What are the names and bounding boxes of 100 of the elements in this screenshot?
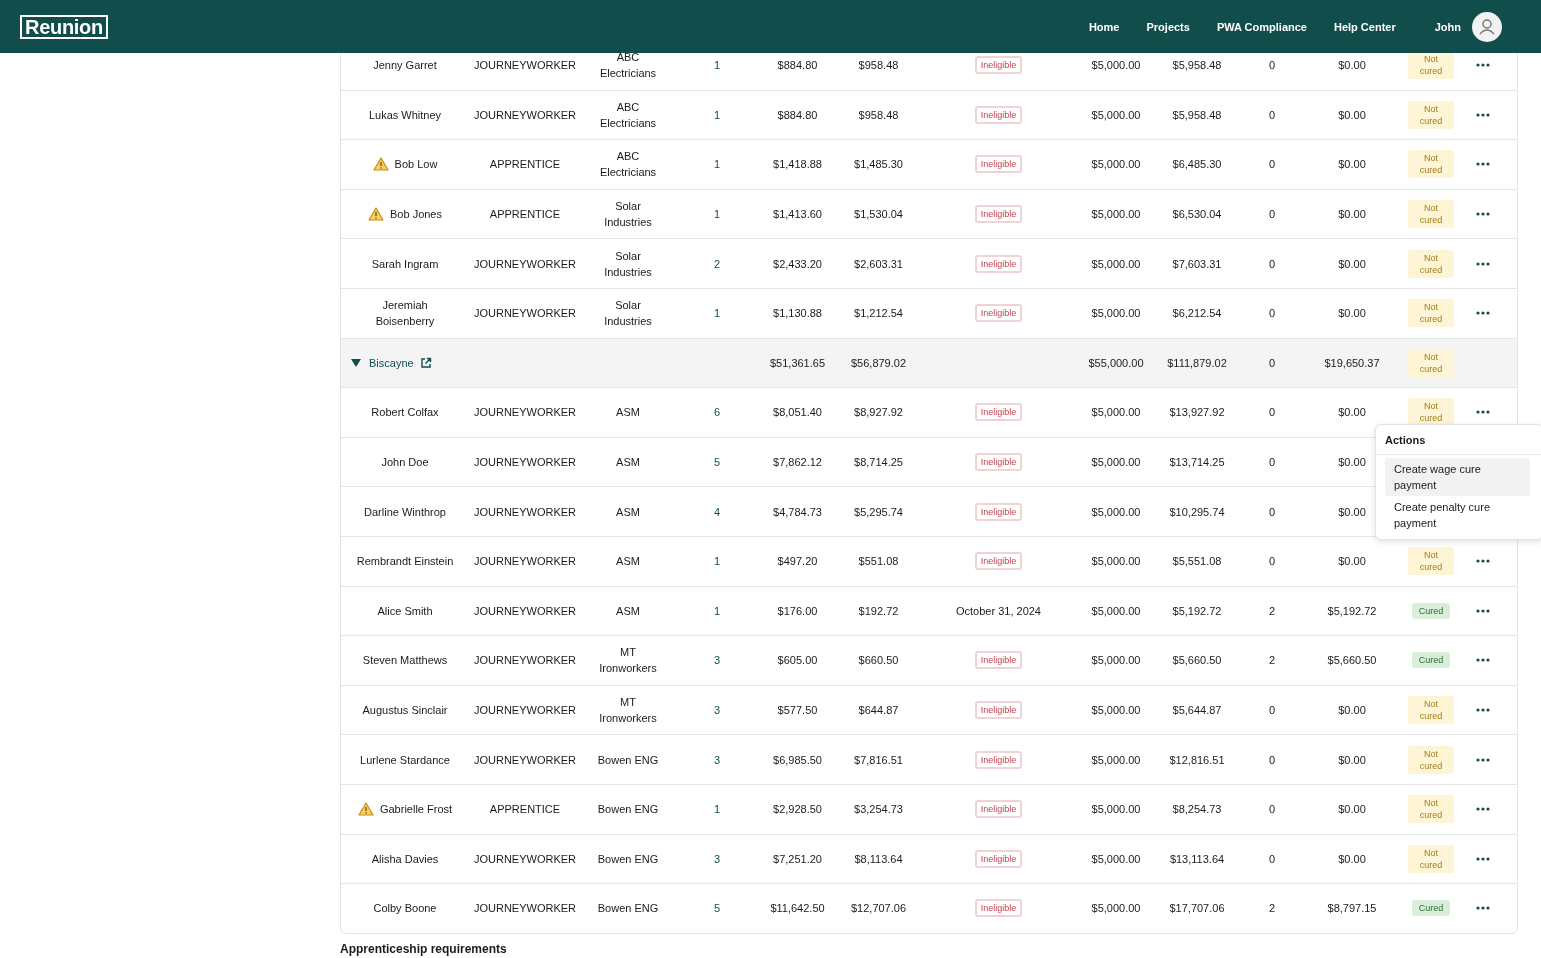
table-cell: 0	[1268, 406, 1276, 419]
table-cell: JOURNEYWORKER	[473, 505, 577, 518]
worker-name: Colby Boone	[373, 901, 437, 917]
nav-link[interactable]: PWA Compliance	[1216, 20, 1307, 33]
table-cell: $7,251.20	[773, 852, 822, 865]
more-icon[interactable]	[1475, 212, 1490, 217]
table-cell: $13,714.25	[1169, 456, 1225, 469]
table-cell: $1,485.30	[854, 158, 903, 171]
more-icon[interactable]	[1475, 410, 1490, 415]
count-link[interactable]: 1	[713, 108, 721, 121]
worker-name: Lurlene Stardance	[360, 752, 450, 768]
count-link[interactable]: 1	[713, 803, 721, 816]
more-icon[interactable]	[1475, 311, 1490, 316]
table-cell: $5,000.00	[1091, 158, 1141, 171]
count-link[interactable]: 5	[713, 902, 721, 915]
more-icon[interactable]	[1475, 807, 1490, 812]
table-cell-text: ASM	[616, 603, 640, 619]
count-link[interactable]: 3	[713, 852, 721, 865]
table-cell: 0	[1268, 505, 1276, 518]
table-cell: $5,958.48	[1172, 108, 1222, 121]
count-link[interactable]: 2	[713, 257, 721, 270]
menu-item[interactable]: Create wage cure payment	[1385, 458, 1530, 497]
table-cell: $2,928.50	[773, 803, 822, 816]
table-cell: JOURNEYWORKER	[473, 406, 577, 419]
count-link[interactable]: 3	[713, 704, 721, 716]
project-link[interactable]: Biscayne	[369, 356, 414, 369]
more-icon[interactable]	[1475, 856, 1490, 861]
table-cell: $5,000.00	[1091, 257, 1141, 270]
table-cell: JOURNEYWORKER	[473, 456, 577, 469]
more-icon[interactable]	[1475, 261, 1490, 266]
nav-link[interactable]: Projects	[1146, 20, 1190, 33]
ineligible-badge: Ineligible	[974, 849, 1023, 868]
count-link[interactable]: 1	[713, 158, 721, 171]
table-cell: $5,000.00	[1091, 208, 1141, 221]
worker-name: Bob Low	[394, 157, 438, 173]
table-cell: $3,254.73	[854, 803, 903, 816]
count-link[interactable]: 6	[713, 406, 721, 419]
table-cell: $0.00	[1338, 852, 1366, 865]
table-cell: $1,418.88	[773, 158, 822, 171]
table-cell: $12,816.51	[1169, 753, 1225, 766]
table-cell: $7,816.51	[854, 753, 903, 766]
cure-status-badge: Not cured	[1408, 150, 1454, 179]
table-cell: JOURNEYWORKER	[473, 654, 577, 667]
worker-name: Steven Matthews	[362, 653, 448, 669]
count-link[interactable]: 1	[713, 307, 721, 320]
worker-name: Rembrandt Einstein	[356, 554, 454, 570]
menu-item[interactable]: Create penalty cure payment	[1385, 496, 1530, 535]
table-cell-text: MT Ironworkers	[598, 645, 658, 677]
count-link[interactable]: 3	[713, 753, 721, 766]
table-cell: $5,660.50	[1172, 654, 1222, 667]
more-icon[interactable]	[1475, 559, 1490, 564]
count-link[interactable]: 5	[713, 456, 721, 469]
table-cell-text: ABC Electricians	[598, 149, 658, 181]
table-cell: 0	[1268, 158, 1276, 171]
ineligible-badge: Ineligible	[974, 453, 1023, 472]
table-cell: $6,530.04	[1172, 208, 1222, 221]
table-cell: 0	[1268, 456, 1276, 469]
cure-status-badge: Not cured	[1408, 200, 1454, 229]
more-icon[interactable]	[1475, 757, 1490, 762]
table-cell: APPRENTICE	[489, 803, 561, 816]
count-link[interactable]: 4	[713, 505, 721, 518]
worker-name: Lukas Whitney	[368, 107, 442, 123]
ineligible-badge: Ineligible	[974, 254, 1023, 273]
user-name[interactable]: John	[1434, 20, 1461, 33]
table-cell: $7,862.12	[773, 456, 822, 469]
count-link[interactable]: 3	[713, 654, 721, 667]
table-cell: 2	[1268, 604, 1276, 617]
table-cell: $6,212.54	[1172, 307, 1222, 320]
table-cell: $19,650.37	[1324, 356, 1380, 369]
table-cell: $8,254.73	[1172, 803, 1222, 816]
count-link[interactable]: 1	[713, 604, 721, 617]
count-link[interactable]: 1	[713, 555, 721, 568]
table-cell: $5,000.00	[1091, 555, 1141, 568]
ineligible-badge: Ineligible	[974, 750, 1023, 769]
worker-name: John Doe	[381, 455, 429, 471]
nav-link[interactable]: Help Center	[1333, 20, 1396, 33]
worker-name: Augustus Sinclair	[362, 703, 448, 718]
table-cell: 2	[1268, 654, 1276, 667]
external-link-icon[interactable]	[419, 356, 432, 369]
table-cell: $5,000.00	[1091, 108, 1141, 121]
more-icon[interactable]	[1475, 63, 1490, 68]
more-icon[interactable]	[1475, 162, 1490, 167]
more-icon[interactable]	[1475, 112, 1490, 117]
avatar-icon[interactable]	[1472, 11, 1502, 42]
count-link[interactable]: 1	[713, 208, 721, 221]
table-cell: 0	[1268, 208, 1276, 221]
more-icon[interactable]	[1475, 658, 1490, 663]
more-icon[interactable]	[1475, 608, 1490, 613]
table-cell-text: Bowen ENG	[597, 802, 659, 818]
nav-link[interactable]: Home	[1088, 20, 1120, 33]
more-icon[interactable]	[1475, 906, 1490, 911]
count-link[interactable]: 1	[713, 59, 721, 72]
table-cell-text: Bowen ENG	[597, 901, 659, 917]
table-cell: 0	[1268, 555, 1276, 568]
logo[interactable]: Reunion	[20, 14, 108, 39]
table-cell: $6,485.30	[1172, 158, 1222, 171]
more-icon[interactable]	[1475, 708, 1490, 712]
table-cell: $0.00	[1338, 456, 1366, 469]
collapse-icon[interactable]	[351, 358, 361, 368]
table-cell: 0	[1268, 307, 1276, 320]
